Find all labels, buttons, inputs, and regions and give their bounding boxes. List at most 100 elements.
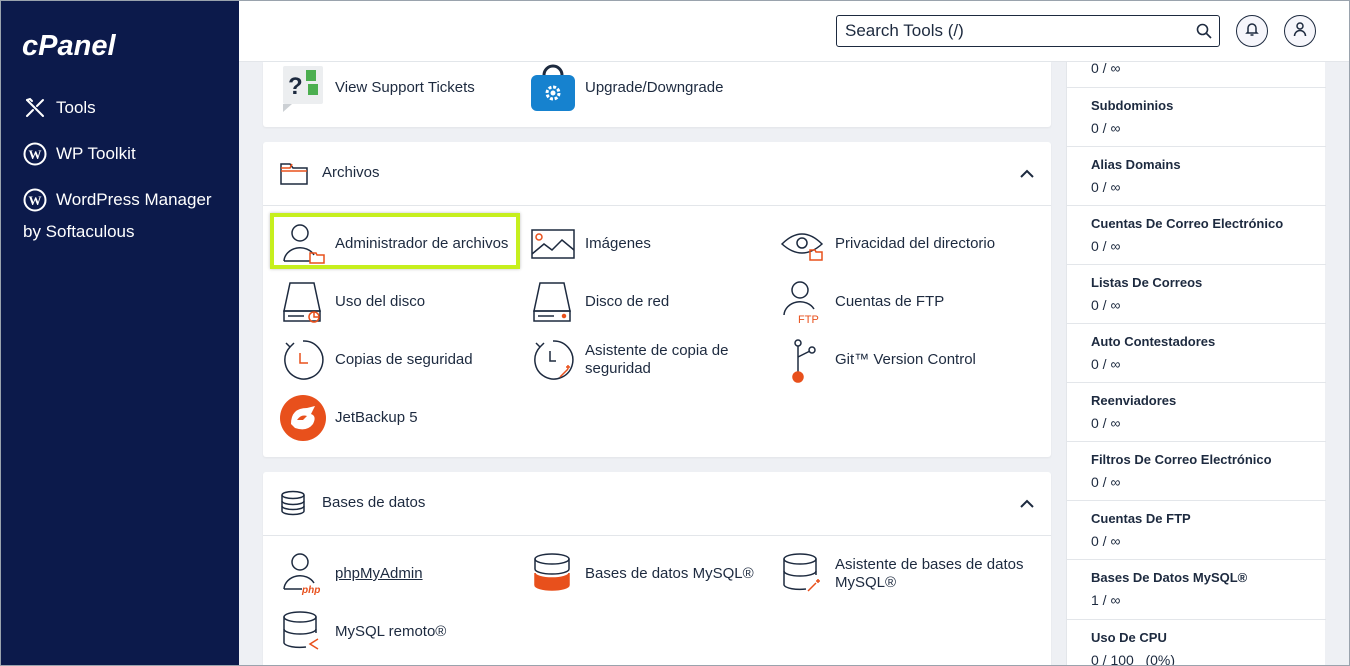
stat-value: 1 / ∞ <box>1091 592 1121 608</box>
tool-images[interactable]: Imágenes <box>529 220 651 268</box>
user-menu-button[interactable] <box>1284 15 1316 47</box>
svg-text:W: W <box>29 147 42 162</box>
jetbackup-icon <box>279 394 327 442</box>
tool-mysql-databases[interactable]: Bases de datos MySQL® <box>529 550 754 598</box>
tool-label: Copias de seguridad <box>335 351 473 368</box>
tool-label: Privacidad del directorio <box>835 235 996 252</box>
images-icon <box>529 220 577 268</box>
stat-name: Filtros De Correo Electrónico <box>1091 452 1272 467</box>
tool-remote-mysql[interactable]: MySQL remoto® <box>279 608 446 656</box>
files-card-header[interactable]: Archivos <box>263 142 1051 206</box>
tool-backup-wizard[interactable]: Asistente de copia de seguridad <box>529 336 765 384</box>
mysql-wizard-icon <box>779 550 827 598</box>
search-box[interactable] <box>836 15 1220 47</box>
file-manager-icon <box>279 220 327 268</box>
tool-label: Cuentas de FTP <box>835 293 945 310</box>
sidebar-item-sublabel[interactable]: by Softaculous <box>23 222 135 242</box>
backup-icon <box>279 336 327 384</box>
network-disk-icon <box>529 278 577 326</box>
stat-row: 0 / ∞ <box>1067 60 1326 88</box>
directory-privacy-icon <box>779 220 827 268</box>
sidebar-item-wordpress-manager[interactable]: W WordPress Manager <box>22 187 212 213</box>
stat-value: 0 / ∞ <box>1091 120 1121 136</box>
tool-label: Administrador de archivos <box>335 235 509 252</box>
stat-name: Listas De Correos <box>1091 275 1203 290</box>
stat-name: Cuentas De Correo Electrónico <box>1091 216 1284 231</box>
tool-backup[interactable]: Copias de seguridad <box>279 336 473 384</box>
tool-label: JetBackup 5 <box>335 409 418 426</box>
svg-text:?: ? <box>288 73 303 100</box>
mysql-databases-icon <box>529 550 577 598</box>
tool-label: Asistente de copia de seguridad <box>585 342 729 377</box>
svg-text:cPanel: cPanel <box>22 30 116 62</box>
sidebar-item-label: WordPress Manager <box>56 190 212 209</box>
stat-name: Cuentas De FTP <box>1091 511 1191 526</box>
ftp-accounts-icon: FTP <box>779 278 827 326</box>
phpmyadmin-icon: php <box>279 550 327 598</box>
stat-row: Auto Contestadores 0 / ∞ <box>1067 324 1326 383</box>
wordpress-icon: W <box>22 187 48 213</box>
stat-row: Uso De CPU 0 / 100 (0%) <box>1067 620 1326 666</box>
top-header <box>239 0 1350 62</box>
cpanel-logo[interactable]: cPanel <box>22 28 152 64</box>
sidebar-item-label: WP Toolkit <box>56 144 136 163</box>
stat-name: Auto Contestadores <box>1091 334 1216 349</box>
bell-icon <box>1244 21 1260 42</box>
stat-value: 0 / ∞ <box>1091 356 1121 372</box>
sidebar-item-label: Tools <box>56 98 96 117</box>
database-icon <box>281 490 305 516</box>
tool-label: MySQL remoto® <box>335 623 447 640</box>
files-card-title: Archivos <box>322 164 380 181</box>
stat-value: 0 / ∞ <box>1091 297 1121 313</box>
svg-text:W: W <box>29 193 42 208</box>
chevron-up-icon[interactable] <box>1019 166 1035 182</box>
tool-label: Git™ Version Control <box>835 351 976 368</box>
folder-icon <box>280 163 308 185</box>
remote-mysql-icon <box>279 608 327 656</box>
stat-name: Subdominios <box>1091 98 1174 113</box>
git-icon <box>779 336 827 384</box>
files-card: Archivos Administrador de archivos Imáge… <box>263 142 1051 457</box>
support-tickets-icon: ? <box>279 64 327 112</box>
stat-value: 0 / 100 (0%) <box>1091 652 1176 666</box>
tool-label: Disco de red <box>585 293 670 310</box>
tool-file-manager[interactable]: Administrador de archivos <box>279 220 508 268</box>
tool-phpmyadmin[interactable]: php phpMyAdmin <box>279 550 423 598</box>
sidebar: cPanel Tools W WP Toolkit W WordPress Ma… <box>0 0 239 666</box>
stat-name: Uso De CPU <box>1091 630 1167 645</box>
notifications-button[interactable] <box>1236 15 1268 47</box>
tool-label: View Support Tickets <box>335 79 475 96</box>
stat-value: 0 / ∞ <box>1091 179 1121 195</box>
stat-name: Alias Domains <box>1091 157 1181 172</box>
stat-value: 0 / ∞ <box>1091 415 1121 431</box>
tool-label: Asistente de bases de datos MySQL® <box>835 556 1024 591</box>
tool-view-support-tickets[interactable]: ? View Support Tickets <box>279 64 475 112</box>
stat-row: Alias Domains 0 / ∞ <box>1067 147 1326 206</box>
tool-disk-usage[interactable]: Uso del disco <box>279 278 425 326</box>
tool-network-disk[interactable]: Disco de red <box>529 278 669 326</box>
general-info-card: ? View Support Tickets Upgrade/Downgrade <box>263 62 1051 127</box>
sidebar-item-wp-toolkit[interactable]: W WP Toolkit <box>22 141 136 167</box>
tool-git-version-control[interactable]: Git™ Version Control <box>779 336 976 384</box>
stat-name: Bases De Datos MySQL® <box>1091 570 1248 585</box>
chevron-up-icon[interactable] <box>1019 496 1035 512</box>
svg-text:FTP: FTP <box>798 314 819 325</box>
databases-card-header[interactable]: Bases de datos <box>263 472 1051 536</box>
stat-row: Cuentas De FTP 0 / ∞ <box>1067 501 1326 560</box>
upgrade-bag-icon <box>529 64 577 112</box>
search-input[interactable] <box>837 17 1189 45</box>
tool-ftp-accounts[interactable]: FTP Cuentas de FTP <box>779 278 944 326</box>
sidebar-item-tools[interactable]: Tools <box>22 95 96 121</box>
search-icon[interactable] <box>1189 23 1219 39</box>
tool-label: Imágenes <box>585 235 651 252</box>
tool-jetbackup[interactable]: JetBackup 5 <box>279 394 418 442</box>
statistics-panel: 0 / ∞ Subdominios 0 / ∞ Alias Domains 0 … <box>1066 60 1326 666</box>
tool-mysql-wizard[interactable]: Asistente de bases de datos MySQL® <box>779 550 1035 598</box>
tool-directory-privacy[interactable]: Privacidad del directorio <box>779 220 995 268</box>
tool-upgrade-downgrade[interactable]: Upgrade/Downgrade <box>529 64 723 112</box>
tool-label: phpMyAdmin <box>335 565 423 582</box>
backup-wizard-icon <box>529 336 577 384</box>
tool-label: Uso del disco <box>335 293 426 310</box>
svg-text:php: php <box>301 585 320 596</box>
stat-row: Reenviadores 0 / ∞ <box>1067 383 1326 442</box>
